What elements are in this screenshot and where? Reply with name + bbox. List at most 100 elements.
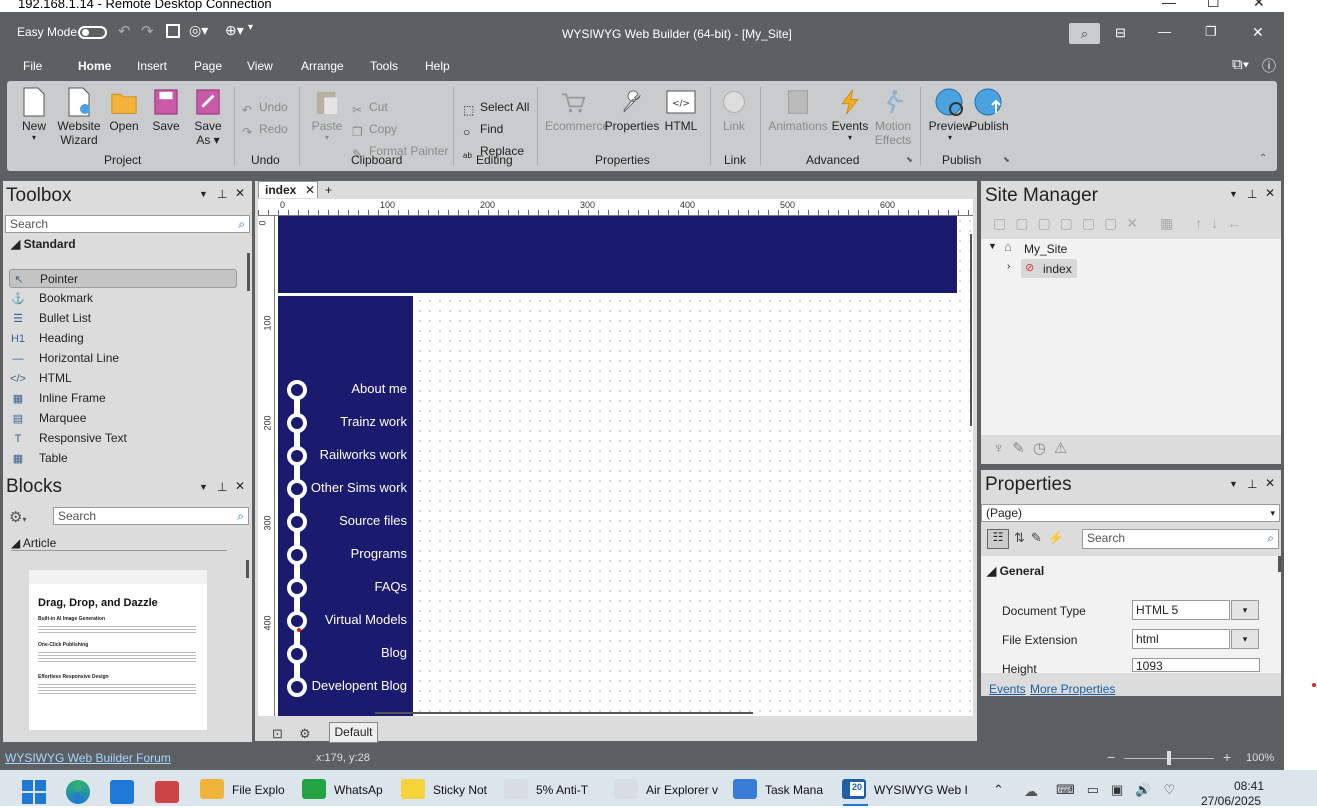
site-root[interactable]: My_Site bbox=[1024, 242, 1067, 256]
toolbox-item[interactable]: ▦ Inline Frame bbox=[9, 389, 237, 408]
default-breakpoint-button[interactable]: Default bbox=[329, 722, 378, 743]
toolbox-item[interactable]: T Responsive Text bbox=[9, 429, 237, 448]
nav-menu-item[interactable]: Programs bbox=[278, 538, 414, 571]
toolbox-search-input[interactable]: Search ⌕ bbox=[5, 215, 250, 233]
app-icon[interactable] bbox=[155, 781, 179, 803]
tab-help[interactable]: Help bbox=[425, 59, 450, 73]
rdp-maximize-icon[interactable]: ☐ bbox=[1207, 0, 1220, 11]
header-banner[interactable] bbox=[278, 216, 957, 293]
nav-menu-item[interactable]: Railworks work bbox=[278, 439, 414, 472]
save-button[interactable]: Save bbox=[143, 85, 189, 133]
dialog-launcher-icon[interactable]: ⬊ bbox=[1003, 155, 1010, 164]
nav-menu-item[interactable]: Blog bbox=[278, 637, 414, 670]
block-preview-article[interactable]: Drag, Drop, and Dazzle Built-in AI Image… bbox=[29, 570, 207, 730]
minimize-icon[interactable]: — bbox=[1158, 24, 1171, 39]
design-canvas[interactable]: About me Trainz work Railworks work Other S… bbox=[275, 216, 973, 716]
save-as-button[interactable]: Save As ▾ bbox=[185, 85, 231, 147]
edge-icon[interactable] bbox=[66, 780, 90, 804]
ecommerce-button[interactable]: Ecommerce bbox=[545, 85, 609, 133]
open-button[interactable]: Open bbox=[101, 85, 147, 133]
pin-icon[interactable]: ⊥ bbox=[1247, 187, 1257, 201]
taskbar-app[interactable]: 5% Anti-T bbox=[504, 779, 588, 799]
general-section[interactable]: ◢ General bbox=[987, 564, 1044, 578]
toolbox-item[interactable]: </> HTML bbox=[9, 369, 237, 388]
windows-start-icon[interactable] bbox=[22, 780, 46, 804]
nav-menu-item[interactable]: Developent Blog bbox=[278, 670, 414, 703]
pin-icon[interactable]: ⊥ bbox=[1247, 477, 1257, 491]
ribbon-display-icon[interactable]: ⊟ bbox=[1115, 25, 1126, 41]
cloud-icon[interactable]: ☁ bbox=[1024, 783, 1038, 800]
customize-quick-icon[interactable]: ▾ bbox=[248, 22, 253, 33]
property-value[interactable]: HTML 5 bbox=[1132, 600, 1230, 620]
taskbar-app[interactable]: WhatsAp bbox=[302, 779, 383, 799]
events-button[interactable]: Events ▾ bbox=[827, 85, 873, 142]
link-button[interactable]: Link bbox=[711, 85, 757, 133]
close-tab-icon[interactable]: ✕ bbox=[305, 182, 315, 198]
find-button[interactable]: ○ Find bbox=[463, 120, 503, 139]
select-all-button[interactable]: ⬚ Select All bbox=[463, 98, 529, 117]
chevron-down-icon[interactable]: ▾ bbox=[1231, 629, 1259, 649]
tab-home[interactable]: Home bbox=[78, 59, 111, 73]
nav-menu-item[interactable]: Other Sims work bbox=[278, 472, 414, 505]
redo-button[interactable]: ↷ Redo bbox=[242, 120, 288, 139]
object-selector[interactable]: (Page) ▾ bbox=[981, 504, 1280, 522]
scrollbar[interactable] bbox=[246, 560, 249, 578]
blocks-section-article[interactable]: ◢ Article bbox=[11, 536, 56, 550]
add-page-icon[interactable]: ⊡ bbox=[272, 726, 283, 742]
site-manager-footer-icons[interactable]: ♆✎◷⚠ bbox=[993, 439, 1075, 457]
add-tab-icon[interactable]: + bbox=[325, 183, 332, 197]
blocks-search-input[interactable]: Search ⌕ bbox=[53, 507, 249, 525]
gear-icon[interactable]: ⚙▾ bbox=[9, 508, 26, 526]
collapse-ribbon-icon[interactable]: ⌃ bbox=[1259, 153, 1267, 164]
nav-sidebar[interactable]: About me Trainz work Railworks work Other S… bbox=[278, 296, 413, 716]
nav-menu-item[interactable]: Virtual Models bbox=[278, 604, 414, 637]
panel-menu-icon[interactable]: ▼ bbox=[1229, 189, 1238, 199]
save-quick-icon[interactable] bbox=[166, 24, 180, 38]
chevron-down-icon[interactable]: ▾ bbox=[1231, 600, 1259, 620]
expand-icon[interactable]: ▼ bbox=[988, 241, 997, 251]
undo-quick-icon[interactable]: ↶ bbox=[118, 22, 131, 40]
cut-button[interactable]: ✂ Cut bbox=[352, 98, 388, 117]
pin-icon[interactable]: ⊥ bbox=[217, 187, 227, 201]
panel-menu-icon[interactable]: ▼ bbox=[199, 482, 208, 492]
rdp-close-icon[interactable]: ✕ bbox=[1253, 0, 1265, 11]
toolbox-item[interactable]: ↖ Pointer bbox=[9, 269, 237, 288]
tab-insert[interactable]: Insert bbox=[137, 59, 167, 73]
close-icon[interactable]: ✕ bbox=[1252, 24, 1264, 41]
nav-menu-item[interactable]: FAQs bbox=[278, 571, 414, 604]
zoom-in-icon[interactable]: + bbox=[1223, 749, 1231, 765]
close-panel-icon[interactable]: ✕ bbox=[1265, 476, 1275, 490]
categorized-icon[interactable]: ☷ bbox=[987, 529, 1009, 549]
taskbar-app[interactable]: Sticky Not bbox=[401, 779, 487, 799]
scrollbar[interactable] bbox=[247, 253, 250, 291]
scrollbar[interactable] bbox=[1278, 556, 1281, 572]
zoom-slider-thumb[interactable] bbox=[1167, 751, 1171, 765]
paste-button[interactable]: Paste ▾ bbox=[304, 85, 350, 142]
events-link[interactable]: Events bbox=[989, 682, 1026, 696]
preview-quick-icon[interactable]: ◎▾ bbox=[189, 22, 208, 39]
search-icon[interactable]: ⌕ bbox=[1069, 23, 1100, 44]
store-icon[interactable] bbox=[110, 780, 134, 804]
panel-menu-icon[interactable]: ▼ bbox=[199, 189, 208, 199]
scrollbar[interactable] bbox=[375, 712, 753, 714]
pin-icon[interactable]: ⊥ bbox=[217, 480, 227, 494]
redo-quick-icon[interactable]: ↷ bbox=[141, 22, 154, 40]
toolbox-item[interactable]: — Horizontal Line bbox=[9, 349, 237, 368]
more-properties-link[interactable]: More Properties bbox=[1030, 682, 1115, 696]
nav-menu-item[interactable]: Trainz work bbox=[278, 406, 414, 439]
chevron-right-icon[interactable]: › bbox=[1007, 261, 1010, 272]
property-value[interactable]: html bbox=[1132, 629, 1230, 649]
nav-menu-item[interactable]: Source files bbox=[278, 505, 414, 538]
tab-file[interactable]: File bbox=[23, 59, 42, 73]
forum-link[interactable]: WYSIWYG Web Builder Forum bbox=[5, 751, 171, 765]
sort-icons[interactable]: ⇅✎⚡ bbox=[1014, 530, 1070, 546]
site-page-index[interactable]: ⊘ index bbox=[1021, 259, 1077, 278]
new-button[interactable]: New ▾ bbox=[11, 85, 57, 142]
taskbar-app[interactable]: Task Mana bbox=[733, 779, 823, 799]
undo-button[interactable]: ↶ Undo bbox=[242, 98, 288, 117]
dialog-launcher-icon[interactable]: ⬊ bbox=[906, 155, 913, 164]
chevron-up-icon[interactable]: ⌃ bbox=[993, 782, 1004, 798]
rdp-minimize-icon[interactable]: — bbox=[1162, 0, 1176, 10]
website-wizard-button[interactable]: Website Wizard bbox=[53, 85, 105, 147]
motion-effects-button[interactable]: Motion Effects bbox=[869, 85, 917, 147]
